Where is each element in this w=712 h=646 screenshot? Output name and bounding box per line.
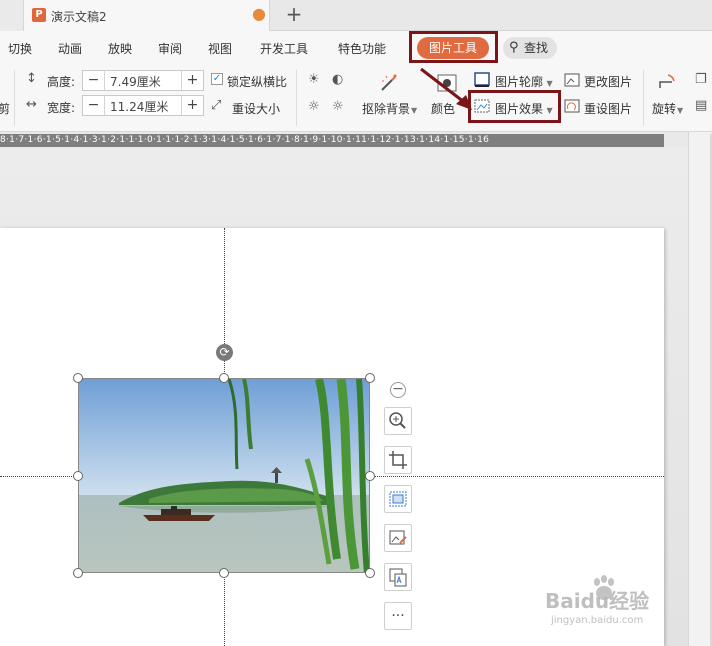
- picture-frame-button[interactable]: [384, 485, 412, 513]
- chevron-down-icon: ▼: [544, 79, 553, 88]
- ribbon: 剪 ↕ 高度: − 7.49厘米 + ↔ 宽度: − 11.24厘米 + ✓ 锁…: [0, 64, 712, 132]
- lock-ratio-checkbox[interactable]: ✓: [211, 73, 223, 85]
- rotate-button[interactable]: 旋转▼: [652, 100, 683, 117]
- menu-animation[interactable]: 动画: [58, 40, 82, 57]
- highlight-box-picture-tools: [409, 31, 498, 63]
- brightness-down-icon[interactable]: ☼: [308, 99, 320, 114]
- height-value[interactable]: 7.49厘米: [110, 73, 161, 90]
- remove-background-button[interactable]: 抠除背景▼: [362, 100, 417, 117]
- picture-convert-icon: [389, 568, 407, 587]
- height-label: 高度:: [47, 75, 76, 89]
- remove-background-icon[interactable]: [378, 72, 400, 94]
- height-stepper[interactable]: − 7.49厘米 +: [82, 70, 204, 91]
- width-decrease-button[interactable]: −: [83, 96, 105, 115]
- crop-button[interactable]: [384, 446, 412, 474]
- title-bar-left-area: [0, 0, 24, 31]
- contrast-down-icon[interactable]: ☼: [332, 99, 344, 114]
- width-label: 宽度:: [47, 101, 76, 115]
- watermark-url: jingyan.baidu.com: [551, 615, 644, 626]
- highlight-box-picture-effects: [468, 90, 561, 123]
- brightness-up-icon[interactable]: ☀: [308, 72, 320, 87]
- rotate-icon[interactable]: [656, 72, 678, 94]
- menu-view[interactable]: 视图: [208, 40, 232, 57]
- lock-ratio-label[interactable]: 锁定纵横比: [227, 73, 287, 90]
- annotation-arrow: [420, 67, 472, 110]
- picture-edit-icon: [389, 530, 407, 545]
- contrast-icon[interactable]: ◐: [332, 72, 343, 87]
- right-task-pane: [688, 132, 712, 646]
- ribbon-separator: [296, 70, 297, 126]
- frame-icon: [389, 491, 407, 507]
- height-increase-button[interactable]: +: [181, 71, 203, 90]
- title-bar: P 演示文稿2 ● +: [0, 0, 712, 31]
- menu-special[interactable]: 特色功能: [338, 40, 386, 57]
- crop-icon: [389, 451, 407, 469]
- search-label: 查找: [524, 41, 549, 55]
- zoom-picture-button[interactable]: [384, 407, 412, 435]
- resize-handle-bottom[interactable]: [219, 568, 229, 578]
- picture-to-text-button[interactable]: [384, 563, 412, 591]
- reset-picture-button[interactable]: 重设图片: [584, 100, 632, 117]
- menu-slideshow[interactable]: 放映: [108, 40, 132, 57]
- rotate-handle-icon[interactable]: ⟳: [216, 344, 233, 361]
- collapse-toolbar-button[interactable]: −: [390, 382, 406, 398]
- remove-background-label: 抠除背景: [362, 102, 411, 116]
- resize-handle-left[interactable]: [73, 471, 83, 481]
- resize-handle-bottom-left[interactable]: [73, 568, 83, 578]
- align-icon[interactable]: ▤: [695, 98, 707, 113]
- resize-handle-top-left[interactable]: [73, 373, 83, 383]
- width-increase-button[interactable]: +: [181, 96, 203, 115]
- change-picture-icon: [564, 73, 580, 87]
- search-button[interactable]: ⚲ 查找: [503, 37, 557, 59]
- picture-outline-button[interactable]: 图片轮廓 ▼: [495, 73, 553, 90]
- search-icon: ⚲: [509, 40, 519, 55]
- selected-picture[interactable]: [78, 378, 370, 573]
- menu-transition[interactable]: 切换: [8, 40, 32, 57]
- crop-label-partial[interactable]: 剪: [0, 100, 10, 117]
- picture-outline-label: 图片轮廓: [495, 75, 544, 89]
- reset-size-icon: ⤢: [211, 98, 222, 113]
- ribbon-separator: [14, 70, 15, 126]
- resize-handle-right[interactable]: [365, 471, 375, 481]
- new-tab-button[interactable]: +: [284, 2, 304, 26]
- picture-edit-button[interactable]: [384, 524, 412, 552]
- height-icon: ↕: [26, 71, 37, 86]
- menu-bar: 切换 动画 放映 审阅 视图 开发工具 特色功能 图片工具 ⚲ 查找: [0, 31, 712, 64]
- menu-developer[interactable]: 开发工具: [260, 40, 308, 57]
- rotate-label: 旋转: [652, 102, 677, 116]
- ribbon-separator: [643, 70, 644, 126]
- resize-handle-top[interactable]: [219, 373, 229, 383]
- chevron-down-icon: ▼: [411, 106, 418, 115]
- width-value[interactable]: 11.24厘米: [110, 98, 168, 115]
- width-icon: ↔: [26, 97, 37, 112]
- zoom-in-icon: [389, 412, 406, 429]
- chevron-down-icon: ▼: [677, 106, 684, 115]
- height-decrease-button[interactable]: −: [83, 71, 105, 90]
- menu-review[interactable]: 审阅: [158, 40, 182, 57]
- change-picture-button[interactable]: 更改图片: [584, 73, 632, 90]
- horizontal-ruler: 8·1·7·1·6·1·5·1·4·1·3·1·2·1·1·1·0·1·1·1·…: [0, 134, 664, 147]
- lake-landscape-image: [79, 379, 369, 572]
- width-stepper[interactable]: − 11.24厘米 +: [82, 95, 204, 116]
- baidu-watermark: Baidu经验 jingyan.baidu.com: [545, 575, 685, 635]
- group-icon[interactable]: ❐: [695, 72, 707, 87]
- reset-size-button[interactable]: 重设大小: [232, 100, 280, 117]
- resize-handle-top-right[interactable]: [365, 373, 375, 383]
- reset-picture-icon: [564, 99, 580, 113]
- unsaved-dot: ●: [252, 4, 266, 23]
- resize-handle-bottom-right[interactable]: [365, 568, 375, 578]
- more-options-button[interactable]: ···: [384, 602, 412, 630]
- presentation-icon: P: [32, 8, 46, 22]
- watermark-brand: Baidu经验: [545, 589, 650, 613]
- document-tab[interactable]: P 演示文稿2 ●: [24, 0, 270, 31]
- document-title: 演示文稿2: [51, 10, 107, 24]
